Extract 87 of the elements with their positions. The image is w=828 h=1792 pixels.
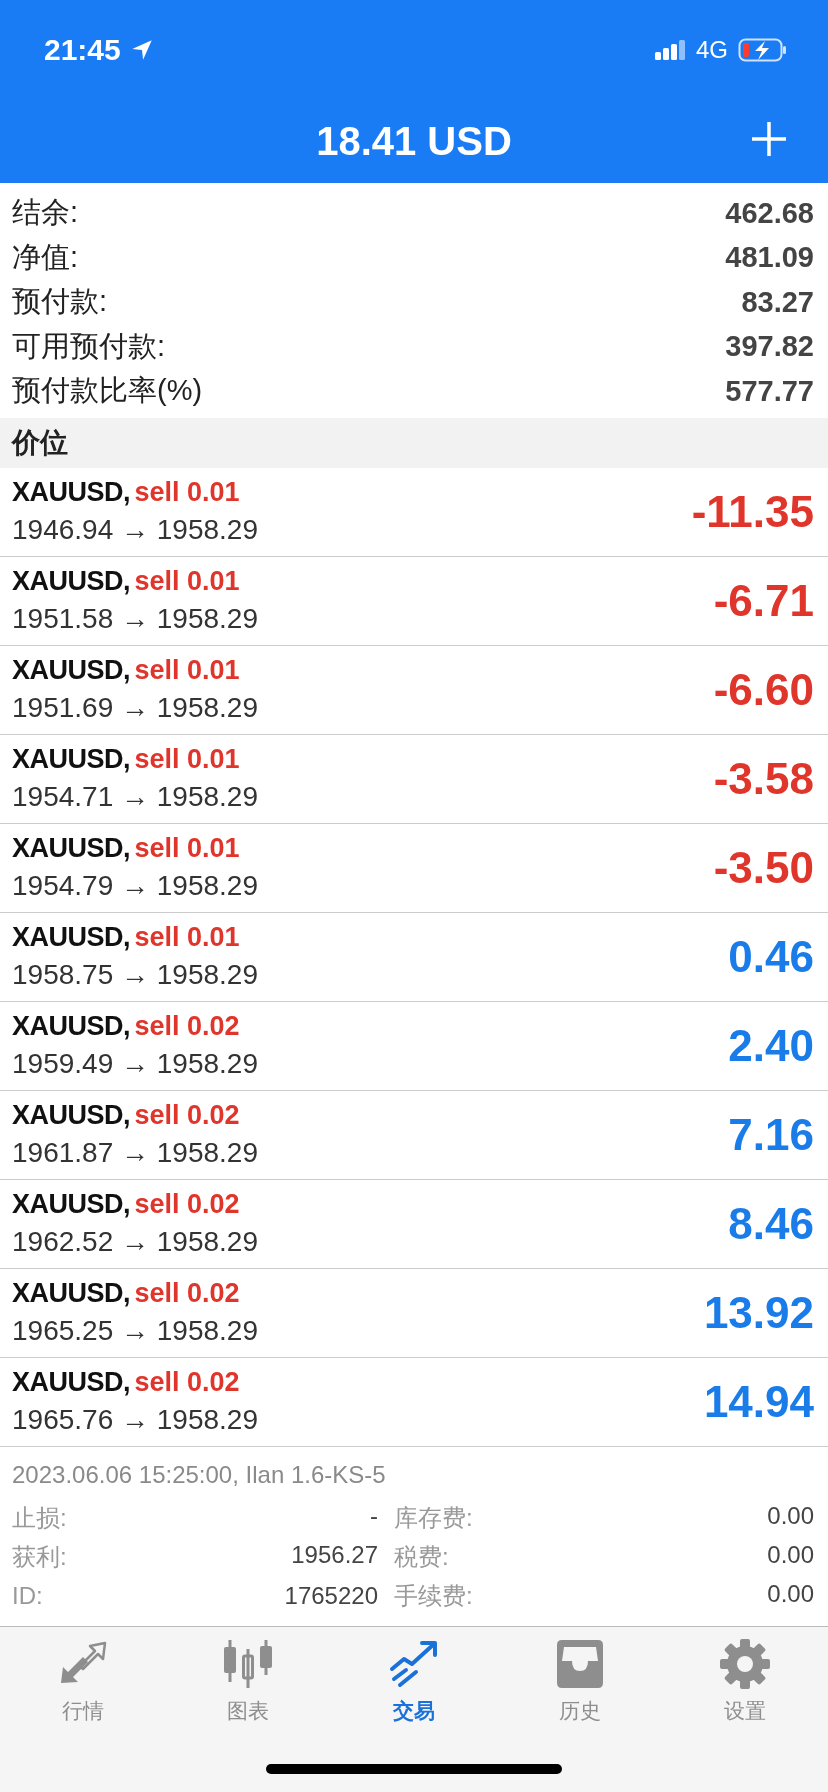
position-row[interactable]: XAUUSD, sell 0.02 1959.49 → 1958.29 2.40 bbox=[0, 1001, 828, 1091]
summary-label: 预付款比率(%) bbox=[12, 373, 203, 409]
summary-value: 462.68 bbox=[725, 196, 814, 230]
price-range: 1954.79 → 1958.29 bbox=[12, 870, 258, 902]
status-time: 21:45 bbox=[44, 33, 121, 67]
symbol-label: XAUUSD, bbox=[12, 566, 130, 596]
detail-value: 0.00 bbox=[767, 1580, 814, 1609]
signal-icon bbox=[654, 38, 688, 62]
summary-value: 577.77 bbox=[725, 374, 814, 408]
summary-label: 结余: bbox=[12, 195, 79, 231]
symbol-label: XAUUSD, bbox=[12, 922, 130, 952]
profit-value: 2.40 bbox=[728, 1020, 814, 1071]
tab[interactable]: 交易 bbox=[354, 1639, 474, 1725]
order-label: sell 0.02 bbox=[134, 1011, 240, 1041]
position-row[interactable]: XAUUSD, sell 0.01 1951.69 → 1958.29 -6.60 bbox=[0, 645, 828, 735]
order-label: sell 0.01 bbox=[134, 477, 240, 507]
position-row[interactable]: XAUUSD, sell 0.01 1954.79 → 1958.29 -3.50 bbox=[0, 823, 828, 913]
price-range: 1961.87 → 1958.29 bbox=[12, 1137, 258, 1169]
profit-value: -3.50 bbox=[713, 842, 814, 893]
profit-value: 8.46 bbox=[728, 1198, 814, 1249]
profit-value: -11.35 bbox=[691, 486, 814, 537]
order-label: sell 0.02 bbox=[134, 1367, 240, 1397]
battery-icon bbox=[738, 37, 788, 63]
price-range: 1959.49 → 1958.29 bbox=[12, 1048, 258, 1080]
symbol-label: XAUUSD, bbox=[12, 1189, 130, 1219]
detail-label: 获利: bbox=[12, 1542, 67, 1572]
price-range: 1951.69 → 1958.29 bbox=[12, 692, 258, 724]
summary-value: 481.09 bbox=[725, 241, 814, 275]
price-range: 1965.76 → 1958.29 bbox=[12, 1404, 258, 1436]
symbol-label: XAUUSD, bbox=[12, 744, 130, 774]
price-range: 1954.71 → 1958.29 bbox=[12, 781, 258, 813]
network-label: 4G bbox=[696, 36, 728, 64]
profit-value: -6.71 bbox=[713, 575, 814, 626]
symbol-label: XAUUSD, bbox=[12, 477, 130, 507]
profit-value: 14.94 bbox=[703, 1376, 814, 1427]
detail-value: - bbox=[370, 1502, 378, 1531]
order-label: sell 0.02 bbox=[134, 1189, 240, 1219]
order-timestamp: 2023.06.06 15:25:00, Ilan 1.6-KS-5 bbox=[12, 1460, 387, 1489]
price-range: 1965.25 → 1958.29 bbox=[12, 1315, 258, 1347]
price-range: 1962.52 → 1958.29 bbox=[12, 1226, 258, 1258]
symbol-label: XAUUSD, bbox=[12, 1011, 130, 1041]
position-row[interactable]: XAUUSD, sell 0.01 1958.75 → 1958.29 0.46 bbox=[0, 912, 828, 1002]
order-label: sell 0.02 bbox=[134, 1278, 240, 1308]
detail-label: ID: bbox=[12, 1582, 43, 1610]
position-row[interactable]: XAUUSD, sell 0.01 1951.58 → 1958.29 -6.71 bbox=[0, 556, 828, 646]
position-row[interactable]: XAUUSD, sell 0.02 1961.87 → 1958.29 7.16 bbox=[0, 1090, 828, 1180]
summary-label: 预付款: bbox=[12, 284, 108, 320]
header-title: 18.41 USD bbox=[316, 119, 512, 164]
price-range: 1946.94 → 1958.29 bbox=[12, 514, 258, 546]
profit-value: -3.58 bbox=[713, 753, 814, 804]
position-row[interactable]: XAUUSD, sell 0.01 1954.71 → 1958.29 -3.58 bbox=[0, 734, 828, 824]
order-label: sell 0.01 bbox=[134, 655, 240, 685]
symbol-label: XAUUSD, bbox=[12, 1278, 130, 1308]
section-header: 价位 bbox=[0, 417, 828, 468]
order-label: sell 0.01 bbox=[134, 833, 240, 863]
summary-label: 可用预付款: bbox=[12, 328, 166, 364]
detail-label: 手续费: bbox=[394, 1581, 473, 1611]
summary-value: 397.82 bbox=[725, 330, 814, 364]
summary-label: 净值: bbox=[12, 239, 79, 275]
position-row[interactable]: XAUUSD, sell 0.02 1965.76 → 1958.29 14.94 bbox=[0, 1357, 828, 1447]
detail-label: 税费: bbox=[394, 1542, 449, 1572]
detail-value: 1956.27 bbox=[291, 1541, 378, 1570]
position-row[interactable]: XAUUSD, sell 0.02 1965.25 → 1958.29 13.92 bbox=[0, 1268, 828, 1358]
detail-label: 库存费: bbox=[394, 1503, 473, 1533]
symbol-label: XAUUSD, bbox=[12, 1100, 130, 1130]
order-label: sell 0.01 bbox=[134, 566, 240, 596]
profit-value: 13.92 bbox=[703, 1287, 814, 1338]
symbol-label: XAUUSD, bbox=[12, 655, 130, 685]
order-label: sell 0.02 bbox=[134, 1100, 240, 1130]
order-label: sell 0.01 bbox=[134, 922, 240, 952]
add-button[interactable] bbox=[750, 120, 788, 158]
order-label: sell 0.01 bbox=[134, 744, 240, 774]
summary-value: 83.27 bbox=[741, 285, 814, 319]
detail-value: 1765220 bbox=[284, 1582, 378, 1610]
detail-label: 止损: bbox=[12, 1503, 67, 1533]
detail-value: 0.00 bbox=[767, 1541, 814, 1570]
price-range: 1958.75 → 1958.29 bbox=[12, 959, 258, 991]
price-range: 1951.58 → 1958.29 bbox=[12, 603, 258, 635]
position-row[interactable]: XAUUSD, sell 0.01 1946.94 → 1958.29 -11.35 bbox=[0, 467, 828, 557]
profit-value: 7.16 bbox=[728, 1109, 814, 1160]
symbol-label: XAUUSD, bbox=[12, 833, 130, 863]
profit-value: 0.46 bbox=[728, 931, 814, 982]
position-row[interactable]: XAUUSD, sell 0.02 1962.52 → 1958.29 8.46 bbox=[0, 1179, 828, 1269]
plus-icon bbox=[750, 120, 788, 158]
profit-value: -6.60 bbox=[713, 664, 814, 715]
detail-value: 0.00 bbox=[767, 1502, 814, 1531]
symbol-label: XAUUSD, bbox=[12, 1367, 130, 1397]
